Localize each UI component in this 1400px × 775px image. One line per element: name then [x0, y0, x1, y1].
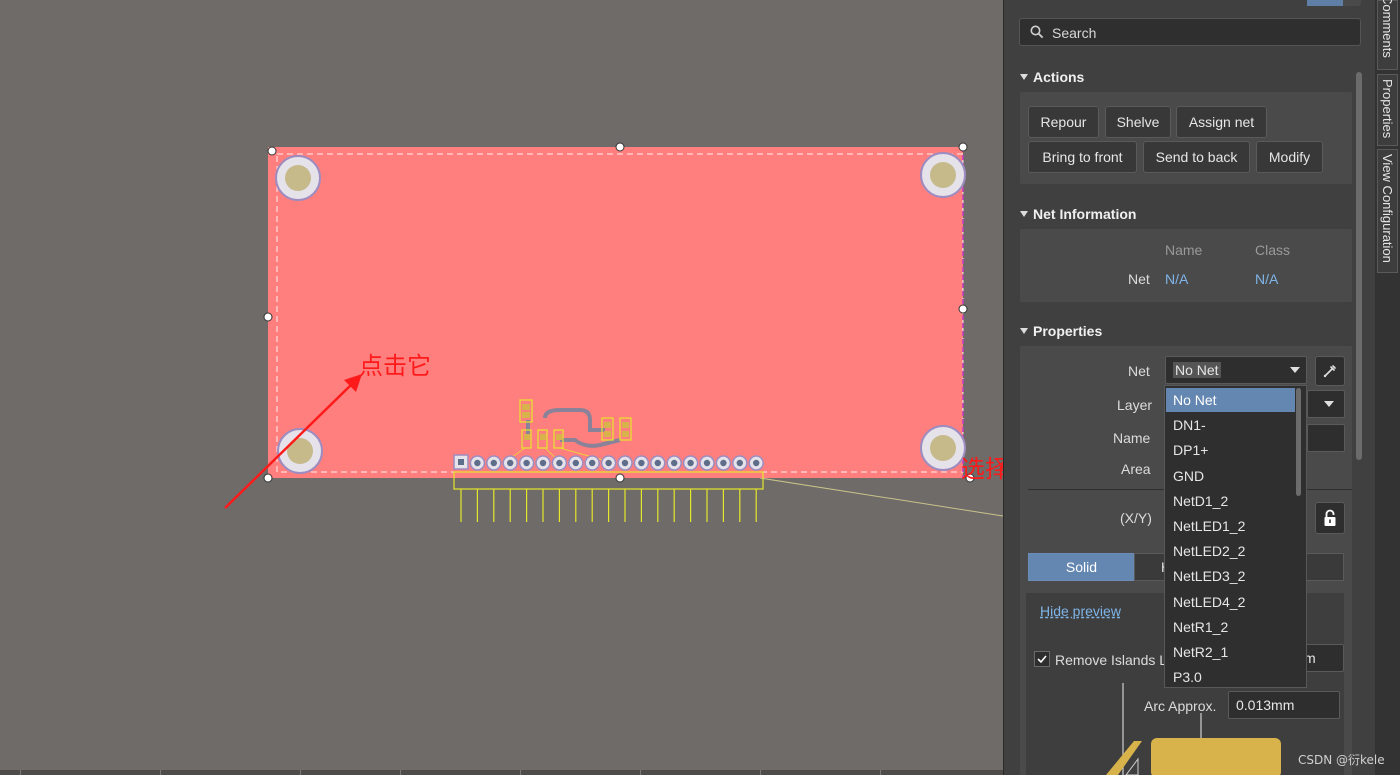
net-select[interactable]: No Net — [1165, 356, 1307, 384]
actions-title: Actions — [1033, 69, 1085, 85]
tab-comments[interactable]: Comments — [1377, 0, 1398, 70]
annotation-choose-gnd: 选择GND — [961, 455, 1003, 483]
net-option[interactable]: No Net — [1166, 388, 1295, 412]
net-option[interactable]: DN1- — [1166, 413, 1295, 437]
net-option[interactable]: NetR2_1 — [1166, 640, 1295, 664]
pcb-canvas[interactable]: 点击它 选择GND — [0, 0, 1003, 775]
net-option[interactable]: NetLED2_2 — [1166, 539, 1295, 563]
net-info-row-label: Net — [1128, 271, 1150, 287]
search-input[interactable] — [1050, 21, 1354, 45]
net-option[interactable]: GND — [1166, 464, 1295, 488]
net-info-name-value[interactable]: N/A — [1165, 271, 1188, 287]
tab-properties-label: Properties — [1380, 79, 1395, 139]
annotation-click-it: 点击它 — [359, 352, 431, 380]
actions-box: Repour Shelve Assign net Bring to front … — [1020, 92, 1352, 184]
eyedropper-icon — [1323, 365, 1336, 378]
fill-mode-solid[interactable]: Solid — [1028, 553, 1135, 581]
xy-label: (X/Y) — [1120, 510, 1152, 526]
pin-header-connector — [453, 454, 764, 522]
tab-view-configuration[interactable]: View Configuration — [1377, 149, 1398, 273]
properties-title: Properties — [1033, 323, 1103, 339]
net-option[interactable]: NetLED3_2 — [1166, 564, 1295, 588]
dropdown-caret-icon — [1290, 367, 1300, 373]
net-dropdown-list[interactable]: No Net DN1- DP1+ GND NetD1_2 NetLED1_2 NetLED2… — [1164, 385, 1307, 688]
polygon-pour[interactable] — [268, 147, 964, 478]
net-info-class-header: Class — [1255, 242, 1291, 258]
layer-label: Layer — [1117, 397, 1153, 413]
net-info-class-value[interactable]: N/A — [1255, 271, 1278, 287]
bring-to-front-button[interactable]: Bring to front — [1028, 141, 1137, 173]
modify-button[interactable]: Modify — [1256, 141, 1323, 173]
net-information-box: Name Class Net N/A N/A — [1020, 229, 1352, 302]
collapse-triangle-icon — [1020, 74, 1028, 80]
tab-view-configuration-label: View Configuration — [1380, 154, 1395, 263]
panel-scrollbar[interactable] — [1356, 72, 1362, 460]
net-info-name-header: Name — [1165, 242, 1203, 258]
mounting-hole-bottom-right — [920, 425, 966, 471]
repour-button[interactable]: Repour — [1028, 106, 1099, 138]
canvas-layer-tabs-strip — [0, 770, 1003, 775]
search-box[interactable] — [1019, 18, 1361, 46]
lock-button[interactable] — [1315, 502, 1345, 534]
layer-select[interactable] — [1307, 390, 1345, 418]
assign-net-button[interactable]: Assign net — [1176, 106, 1267, 138]
net-information-section-header[interactable]: Net Information — [1020, 206, 1136, 222]
net-picker-button[interactable] — [1315, 356, 1345, 386]
mounting-hole-top-left — [275, 155, 321, 201]
side-tabs: Comments Properties View Configuration — [1375, 0, 1400, 775]
area-label: Area — [1121, 461, 1151, 477]
dropdown-caret-icon — [1324, 401, 1334, 407]
lock-icon — [1324, 509, 1336, 526]
net-option[interactable]: NetR1_2 — [1166, 615, 1295, 639]
search-icon — [1030, 25, 1044, 39]
name-input[interactable] — [1307, 424, 1345, 452]
net-select-value: No Net — [1173, 362, 1221, 378]
dropdown-scrollbar[interactable] — [1296, 388, 1301, 496]
net-label: Net — [1128, 363, 1150, 379]
net-option[interactable]: NetLED4_2 — [1166, 590, 1295, 614]
net-option[interactable]: NetLED1_2 — [1166, 514, 1295, 538]
tab-properties[interactable]: Properties — [1377, 74, 1398, 146]
net-information-title: Net Information — [1033, 206, 1137, 222]
name-label: Name — [1113, 430, 1151, 446]
send-to-back-button[interactable]: Send to back — [1143, 141, 1250, 173]
net-option[interactable]: P3.0 — [1166, 665, 1295, 687]
net-option[interactable]: DP1+ — [1166, 438, 1295, 462]
properties-section-header[interactable]: Properties — [1020, 323, 1102, 339]
pcb-drawing[interactable] — [0, 0, 1003, 775]
shelve-button[interactable]: Shelve — [1105, 106, 1171, 138]
mounting-hole-top-right — [920, 152, 966, 198]
tab-comments-label: Comments — [1380, 0, 1395, 58]
panel-mode-toggle[interactable] — [1307, 0, 1361, 6]
net-option[interactable]: NetD1_2 — [1166, 489, 1295, 513]
actions-section-header[interactable]: Actions — [1020, 69, 1084, 85]
watermark: CSDN @衍kele — [1298, 753, 1385, 767]
collapse-triangle-icon — [1020, 211, 1028, 217]
collapse-triangle-icon — [1020, 328, 1028, 334]
